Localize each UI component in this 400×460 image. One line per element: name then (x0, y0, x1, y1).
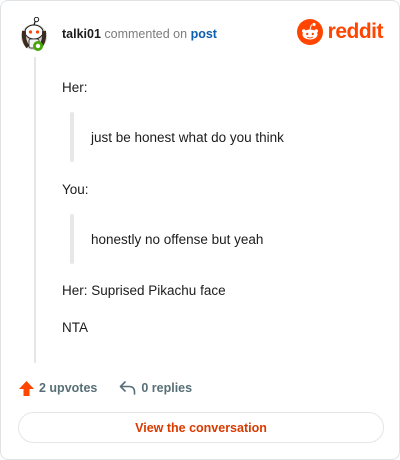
thread-line (34, 57, 36, 363)
blockquote-1: just be honest what do you think (70, 112, 350, 162)
upvote-stat[interactable]: 2 upvotes (18, 380, 97, 397)
blockquote-text: honestly no offense but yeah (91, 232, 264, 247)
post-link[interactable]: post (191, 27, 217, 41)
comment-byline: talki01 commented on post (62, 27, 217, 41)
reply-count: 0 replies (141, 381, 193, 395)
action-text: commented on (104, 27, 188, 41)
blockquote-2: honestly no offense but yeah (70, 214, 350, 264)
body-line-verdict: NTA (62, 320, 88, 335)
blockquote-bar (70, 214, 74, 264)
blockquote-bar (70, 112, 74, 162)
blockquote-text: just be honest what do you think (91, 130, 284, 145)
reddit-logo[interactable]: reddit (296, 19, 384, 45)
upvote-count: 2 upvotes (39, 381, 98, 395)
reply-arrow-icon (120, 381, 136, 395)
view-conversation-button[interactable]: View the conversation (18, 412, 384, 443)
comment-embed-card: talki01 commented on post reddit Her: ju… (0, 0, 400, 460)
author-username[interactable]: talki01 (62, 27, 101, 41)
body-line-you: You: (62, 182, 89, 197)
user-avatar[interactable] (19, 16, 49, 51)
comment-footer: 2 upvotes 0 replies (18, 379, 192, 397)
body-line-reaction: Her: Suprised Pikachu face (62, 283, 226, 298)
reply-stat[interactable]: 0 replies (119, 381, 192, 395)
comment-header: talki01 commented on post reddit (19, 16, 384, 53)
snoo-avatar-icon (21, 16, 47, 51)
reddit-snoo-icon (296, 19, 323, 45)
reddit-wordmark: reddit (327, 20, 384, 43)
upvote-arrow-icon (19, 380, 34, 396)
body-line-her: Her: (62, 80, 88, 95)
